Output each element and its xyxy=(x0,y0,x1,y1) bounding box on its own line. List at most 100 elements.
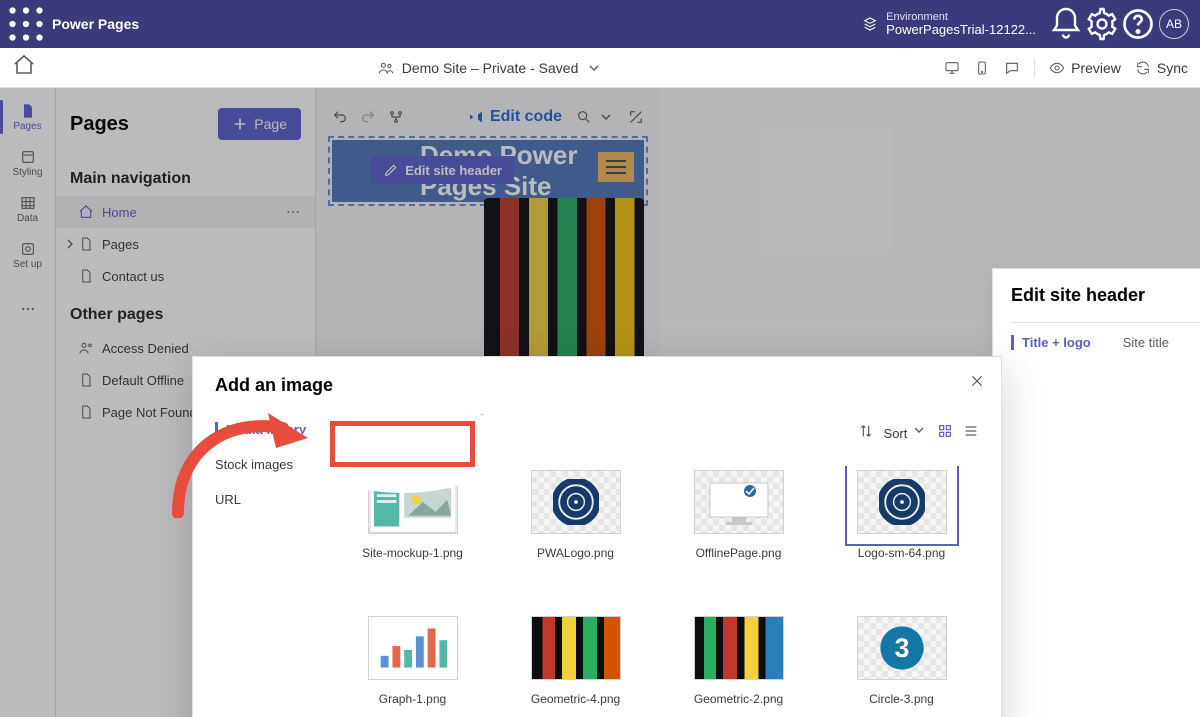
sync-icon xyxy=(1135,60,1151,76)
section-main-nav: Main navigation xyxy=(56,156,315,196)
app-name: Power Pages xyxy=(52,16,139,32)
pencil-icon xyxy=(383,162,399,178)
zoom-icon xyxy=(576,109,592,125)
thumbnail xyxy=(531,616,621,680)
chevron-right-icon[interactable] xyxy=(62,236,78,252)
annotation-spotlight xyxy=(300,398,505,493)
home-icon[interactable] xyxy=(12,53,36,82)
section-other-pages: Other pages xyxy=(56,292,315,332)
image-name: Circle-3.png xyxy=(869,692,934,706)
rail-styling[interactable]: Styling xyxy=(0,140,56,186)
edit-header-panel: Edit site header Title + logo Site title xyxy=(992,268,1200,717)
eye-icon xyxy=(1049,60,1065,76)
image-item[interactable]: PWALogo.png xyxy=(501,466,651,590)
tab-site-title[interactable]: Site title xyxy=(1123,335,1169,350)
chevron-down-icon xyxy=(911,422,927,438)
plus-icon xyxy=(232,116,248,132)
image-name: Site-mockup-1.png xyxy=(362,546,463,560)
ellipsis-icon[interactable] xyxy=(285,204,301,220)
image-name: OfflinePage.png xyxy=(696,546,782,560)
desktop-icon[interactable] xyxy=(944,60,960,76)
main-nav-tree: Home Pages Contact us xyxy=(56,196,315,292)
thumbnail: 3 xyxy=(857,616,947,680)
left-rail: Pages Styling Data Set up xyxy=(0,88,56,717)
user-avatar[interactable]: AB xyxy=(1156,6,1192,42)
grid-view-icon[interactable] xyxy=(937,423,953,439)
settings-icon[interactable] xyxy=(1084,6,1120,42)
sync-button[interactable]: Sync xyxy=(1135,60,1188,76)
notifications-icon[interactable] xyxy=(1048,6,1084,42)
app-body: Pages Styling Data Set up Pages Page Mai… xyxy=(0,88,1200,717)
image-item[interactable]: OfflinePage.png xyxy=(664,466,814,590)
image-grid: Site-mockup-1.png PWALogo.png OfflinePag… xyxy=(335,466,979,717)
sort-button[interactable]: Sort xyxy=(884,422,927,441)
environment-picker[interactable]: Environment PowerPagesTrial-12122... xyxy=(862,11,1036,37)
data-icon xyxy=(20,195,36,211)
image-name: Geometric-2.png xyxy=(694,692,783,706)
image-name: Graph-1.png xyxy=(379,692,446,706)
title-bar: Power Pages Environment PowerPagesTrial-… xyxy=(0,0,1200,48)
expand-icon[interactable] xyxy=(628,109,644,125)
add-page-button[interactable]: Page xyxy=(218,108,301,140)
list-view-icon[interactable] xyxy=(963,423,979,439)
thumbnail xyxy=(368,616,458,680)
styling-icon xyxy=(20,149,36,165)
image-item[interactable]: 3 Circle-3.png xyxy=(827,612,977,717)
mobile-icon[interactable] xyxy=(974,60,990,76)
image-name: Geometric-4.png xyxy=(531,692,620,706)
image-name: Logo-sm-64.png xyxy=(858,546,945,560)
rail-data[interactable]: Data xyxy=(0,186,56,232)
page-icon xyxy=(20,103,36,119)
rail-more[interactable] xyxy=(0,286,56,332)
ellipsis-icon xyxy=(20,301,36,317)
image-item[interactable]: Logo-sm-64.png xyxy=(827,466,977,590)
help-icon[interactable] xyxy=(1120,6,1156,42)
command-bar: Demo Site – Private - Saved Preview Sync xyxy=(0,48,1200,88)
tab-url[interactable]: URL xyxy=(215,492,335,507)
setup-icon xyxy=(20,241,36,257)
close-icon[interactable] xyxy=(969,373,985,389)
zoom-button[interactable] xyxy=(576,109,614,125)
preview-button[interactable]: Preview xyxy=(1049,60,1121,76)
edit-header-title: Edit site header xyxy=(1011,285,1200,306)
image-name: PWALogo.png xyxy=(537,546,614,560)
people-icon xyxy=(78,340,94,356)
undo-icon[interactable] xyxy=(332,109,348,125)
thumbnail xyxy=(531,470,621,534)
image-item[interactable]: Geometric-2.png xyxy=(664,612,814,717)
page-icon xyxy=(78,268,94,284)
thumbnail xyxy=(694,616,784,680)
page-icon xyxy=(78,404,94,420)
image-item[interactable]: Graph-1.png xyxy=(338,612,488,717)
rail-setup[interactable]: Set up xyxy=(0,232,56,278)
hamburger-icon[interactable] xyxy=(598,152,634,182)
edit-code-button[interactable]: Edit code xyxy=(468,108,562,126)
tree-item-pages[interactable]: Pages xyxy=(56,228,315,260)
tree-item-contact[interactable]: Contact us xyxy=(56,260,315,292)
svg-text:3: 3 xyxy=(894,633,909,663)
environment-name: PowerPagesTrial-12122... xyxy=(886,23,1036,37)
people-icon xyxy=(378,60,394,76)
edit-site-header-chip[interactable]: Edit site header xyxy=(371,156,514,184)
tree-item-home[interactable]: Home xyxy=(56,196,315,228)
app-launcher-icon[interactable] xyxy=(8,6,44,42)
pages-panel-title: Pages xyxy=(70,113,129,136)
thumbnail xyxy=(694,470,784,534)
canvas-toolbar: Edit code xyxy=(332,108,644,134)
flow-icon[interactable] xyxy=(388,109,404,125)
site-status[interactable]: Demo Site – Private - Saved xyxy=(36,60,944,76)
chevron-down-icon xyxy=(598,109,614,125)
redo-icon[interactable] xyxy=(360,109,376,125)
sort-arrows-icon[interactable] xyxy=(858,423,874,439)
site-header-preview[interactable]: Demo Power Pages Site Edit site header xyxy=(332,140,644,202)
chevron-down-icon xyxy=(586,60,602,76)
environment-label: Environment xyxy=(886,11,1036,23)
page-icon xyxy=(78,372,94,388)
add-image-title: Add an image xyxy=(215,375,979,396)
tab-title-logo[interactable]: Title + logo xyxy=(1011,335,1091,350)
image-item[interactable]: Geometric-4.png xyxy=(501,612,651,717)
comment-icon[interactable] xyxy=(1004,60,1020,76)
add-image-dialog: Add an image Media library Stock images … xyxy=(192,356,1002,717)
home-icon xyxy=(78,204,94,220)
rail-pages[interactable]: Pages xyxy=(0,94,56,140)
